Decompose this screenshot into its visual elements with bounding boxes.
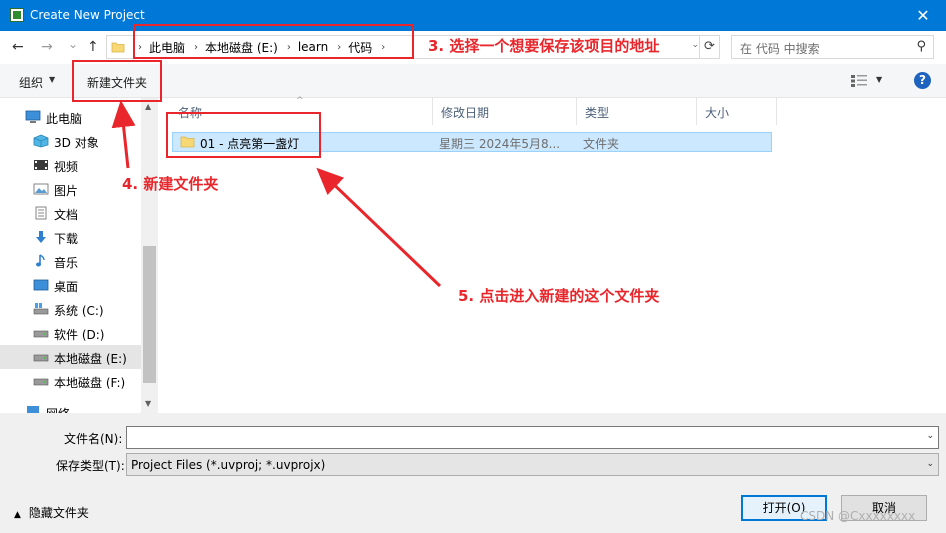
back-arrow-icon[interactable]: ←: [12, 39, 24, 55]
sidebar-item-downloads[interactable]: 下载: [0, 225, 141, 249]
sidebar-item-drive-f[interactable]: 本地磁盘 (F:): [0, 369, 141, 393]
recent-locations-icon[interactable]: ⌄: [68, 36, 78, 52]
highlight-box-new-folder: [72, 60, 162, 102]
filename-label: 文件名(N):: [64, 432, 123, 446]
close-button[interactable]: ✕: [900, 0, 946, 31]
sidebar-item-documents[interactable]: 文档: [0, 201, 141, 225]
sidebar-item-label: 视频: [54, 160, 79, 174]
documents-icon: [35, 206, 47, 220]
drive-icon: [33, 378, 49, 386]
column-header-label: 类型: [585, 106, 610, 120]
filename-dropdown-icon[interactable]: ⌄: [926, 431, 934, 441]
navigation-pane: 此电脑 3D 对象 视频 图片 文档 下载 音乐 桌面 系统 (C:) 软件 (…: [0, 98, 141, 413]
sidebar-item-label: 系统 (C:): [54, 304, 104, 318]
3d-objects-icon: [33, 134, 49, 148]
sidebar-item-label: 此电脑: [46, 112, 83, 126]
filetype-dropdown-icon[interactable]: ⌄: [926, 459, 934, 469]
sidebar-item-drive-e[interactable]: 本地磁盘 (E:): [0, 345, 141, 369]
filetype-select[interactable]: Project Files (*.uvproj; *.uvprojx) ⌄: [126, 453, 939, 476]
refresh-icon[interactable]: ⟳: [699, 36, 719, 58]
forward-arrow-icon[interactable]: →: [41, 39, 53, 55]
organize-dropdown-icon[interactable]: ▼: [49, 75, 55, 84]
search-input[interactable]: 在 代码 中搜索 ⚲: [731, 35, 934, 59]
address-dropdown-icon[interactable]: ⌄: [691, 40, 699, 50]
annotation-step-3: 3. 选择一个想要保存该项目的地址: [428, 37, 660, 55]
desktop-icon: [33, 279, 49, 291]
scroll-up-icon[interactable]: ▲: [145, 102, 151, 111]
sidebar-item-drive-c[interactable]: 系统 (C:): [0, 297, 141, 321]
file-modified-date: 星期三 2024年5月8...: [439, 137, 561, 151]
sidebar-item-desktop[interactable]: 桌面: [0, 273, 141, 297]
column-header-size[interactable]: 大小: [697, 98, 777, 125]
sidebar-item-pictures[interactable]: 图片: [0, 177, 141, 201]
save-options-panel: 文件名(N): ⌄ 保存类型(T): Project Files (*.uvpr…: [0, 413, 946, 533]
drive-icon: [33, 330, 49, 338]
music-icon: [36, 254, 45, 267]
computer-icon: [25, 110, 41, 123]
hide-folders-toggle[interactable]: ▲ 隐藏文件夹: [14, 504, 89, 521]
sidebar-item-3d-objects[interactable]: 3D 对象: [0, 129, 141, 153]
folder-icon: [111, 42, 125, 53]
system-drive-icon: [33, 303, 49, 315]
filetype-value: Project Files (*.uvproj; *.uvprojx): [131, 458, 326, 472]
keil-app-icon: [10, 8, 24, 22]
sidebar-item-network[interactable]: 网络: [0, 400, 141, 413]
sidebar-item-music[interactable]: 音乐: [0, 249, 141, 273]
sidebar-item-drive-d[interactable]: 软件 (D:): [0, 321, 141, 345]
annotation-step-5: 5. 点击进入新建的这个文件夹: [458, 287, 660, 305]
scrollbar-thumb[interactable]: [143, 246, 156, 383]
sidebar-item-label: 文档: [54, 208, 79, 222]
column-header-modified[interactable]: 修改日期: [433, 98, 577, 125]
sidebar-scrollbar[interactable]: ▲ ▼: [141, 98, 158, 413]
sidebar-item-label: 网络: [46, 405, 70, 413]
filename-input[interactable]: ⌄: [126, 426, 939, 449]
column-header-type[interactable]: 类型: [577, 98, 697, 125]
filetype-label: 保存类型(T):: [56, 459, 125, 473]
network-icon: [27, 406, 39, 413]
search-placeholder: 在 代码 中搜索: [740, 42, 820, 56]
view-options-icon[interactable]: [850, 74, 868, 88]
sidebar-item-videos[interactable]: 视频: [0, 153, 141, 177]
search-icon[interactable]: ⚲: [916, 39, 926, 54]
sidebar-item-label: 3D 对象: [54, 136, 99, 150]
sidebar-item-label: 桌面: [54, 280, 79, 294]
download-icon: [36, 231, 46, 243]
file-type: 文件夹: [583, 137, 620, 151]
view-dropdown-icon[interactable]: ▼: [876, 75, 882, 84]
sidebar-item-label: 图片: [54, 184, 79, 198]
highlight-box-folder: [166, 112, 321, 158]
sidebar-item-label: 本地磁盘 (F:): [54, 376, 126, 390]
sidebar-item-label: 软件 (D:): [54, 328, 105, 342]
window-title: Create New Project: [30, 8, 145, 22]
scroll-down-icon[interactable]: ▼: [145, 399, 151, 408]
sidebar-item-label: 本地磁盘 (E:): [54, 352, 127, 366]
sidebar-item-this-pc[interactable]: 此电脑: [0, 105, 141, 129]
up-arrow-icon[interactable]: ↑: [87, 39, 99, 55]
organize-button[interactable]: 组织: [19, 74, 43, 91]
drive-icon: [33, 354, 49, 362]
sidebar-item-label: 音乐: [54, 256, 79, 270]
help-icon[interactable]: ?: [914, 72, 931, 89]
sidebar-item-label: 下载: [54, 232, 79, 246]
highlight-box-address: [133, 24, 414, 59]
video-icon: [34, 160, 48, 170]
column-header-label: 大小: [705, 106, 730, 120]
annotation-step-4: 4. 新建文件夹: [122, 175, 219, 193]
watermark: CSDN @Cxxxxxxxx: [800, 509, 916, 523]
hide-folders-label: 隐藏文件夹: [28, 506, 89, 520]
column-header-label: 修改日期: [441, 106, 490, 120]
pictures-icon: [33, 183, 49, 195]
chevron-up-icon: ▲: [14, 510, 21, 520]
